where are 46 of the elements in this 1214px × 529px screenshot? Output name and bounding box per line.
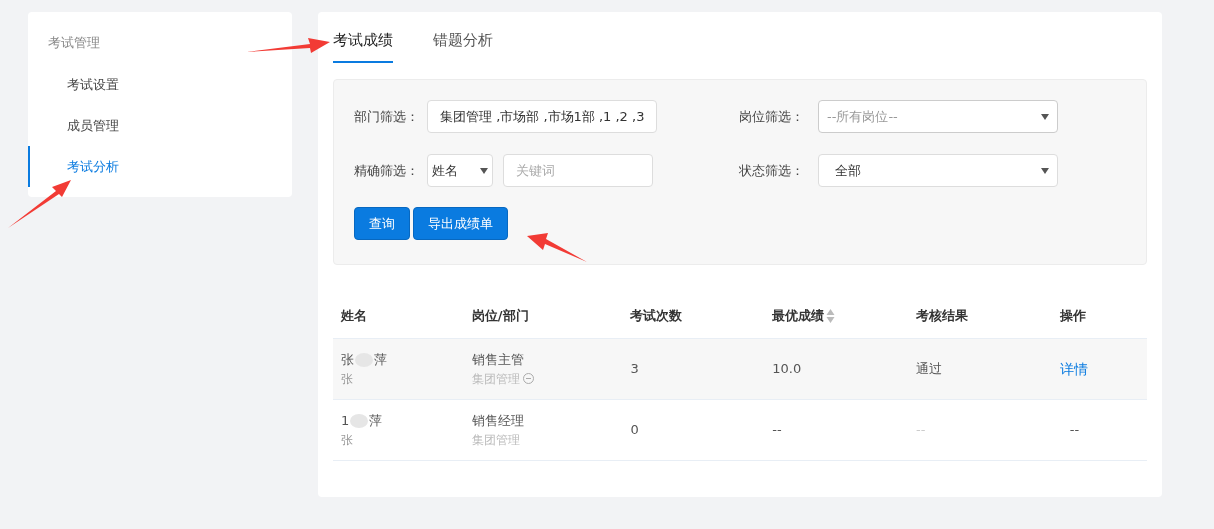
sidebar-title: 考试管理	[48, 34, 100, 52]
table-cell-text: --	[1068, 422, 1080, 438]
table-cell: 10.0	[772, 361, 802, 377]
column-header: 岗位/部门	[471, 306, 529, 325]
table-cell: 0	[630, 422, 639, 438]
table-cell-text: 萍	[369, 412, 383, 431]
table-cell: --	[915, 422, 926, 438]
action-button[interactable]: 查询	[354, 207, 410, 240]
blur-patch	[350, 414, 369, 428]
table-cell-text: 销售主管	[471, 351, 525, 370]
dropdown-caret-icon	[1041, 167, 1049, 174]
table-cell: 3	[630, 361, 639, 377]
column-header: 姓名	[341, 306, 367, 325]
more-icon[interactable]	[522, 373, 534, 385]
table-cell: --	[772, 422, 782, 438]
table-cell: 通过	[915, 361, 942, 377]
department-field[interactable]: 集团管理 ,市场部 ,市场1部 ,1 ,2 ,3	[427, 100, 658, 133]
table-cell-text: 1	[341, 412, 350, 431]
sidebar-item[interactable]: 考试设置	[28, 64, 292, 105]
annotation-arrow	[527, 233, 587, 262]
sidebar-item[interactable]: 成员管理	[28, 105, 292, 146]
table-cell-text: 集团管理	[471, 431, 520, 449]
filter-label: 岗位筛选：	[739, 107, 804, 126]
tab[interactable]: 错题分析	[433, 23, 493, 63]
column-header: 操作	[1059, 306, 1086, 325]
dropdown-caret-icon	[1041, 113, 1049, 120]
column-header: 考核结果	[915, 306, 968, 325]
field-select[interactable]: 姓名	[427, 154, 493, 187]
table-cell-text: 张	[341, 351, 354, 370]
table-cell-text: 张	[341, 431, 354, 449]
details-link[interactable]: 详情	[1059, 360, 1088, 377]
sort-icon[interactable]	[826, 307, 836, 324]
table-cell-text: 张	[341, 370, 354, 388]
status-select[interactable]: 全部	[818, 154, 1058, 187]
column-header: 最优成绩	[772, 306, 825, 325]
filter-label: 精确筛选：	[354, 161, 420, 180]
dropdown-caret-icon	[480, 167, 488, 174]
table-cell-text: 销售经理	[471, 412, 525, 431]
annotation-arrow	[8, 180, 71, 228]
filter-label: 部门筛选：	[354, 107, 420, 126]
keyword-field[interactable]: 关键词	[503, 154, 653, 187]
column-header: 考试次数	[630, 306, 683, 325]
action-button[interactable]: 导出成绩单	[413, 207, 508, 240]
table-cell-text: 萍	[374, 351, 387, 370]
tab[interactable]: 考试成绩	[333, 23, 393, 63]
filter-label: 状态筛选：	[739, 161, 804, 180]
